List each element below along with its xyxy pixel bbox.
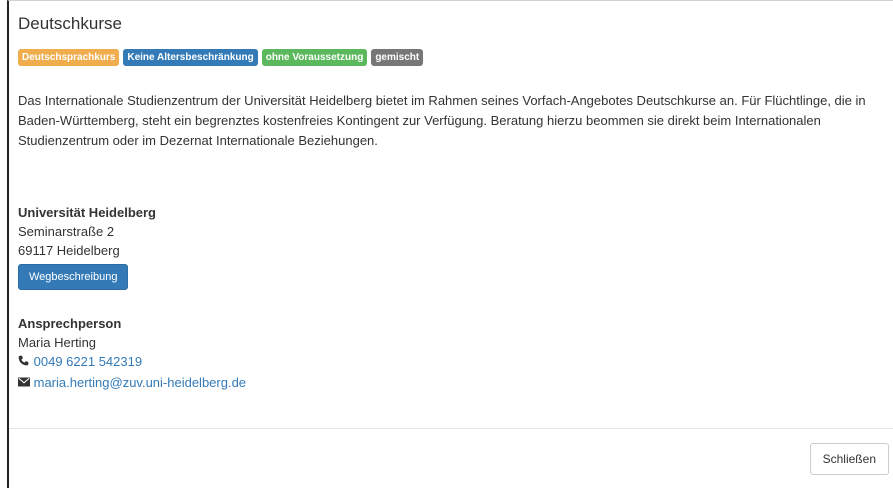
footer-divider [9,428,893,429]
contact-phone-row: 0049 6221 542319 [18,352,246,373]
contact-name: Maria Herting [18,335,97,350]
phone-icon [18,354,30,373]
directions-button[interactable]: Wegbeschreibung [18,264,129,290]
badge-age: Keine Altersbeschränkung [123,49,258,66]
contact-phone-link[interactable]: 0049 6221 542319 [34,354,142,369]
street-address: Seminarstraße 2 [18,224,115,239]
contact-block: Ansprechperson Maria Herting 0049 6221 5… [18,314,246,394]
course-description: Das Internationale Studienzentrum der Un… [18,93,866,148]
address-block: Universität Heidelberg Seminarstraße 2 6… [18,203,156,290]
badge-list: Deutschsprachkurs Keine Altersbeschränku… [18,49,424,66]
badge-group: gemischt [371,49,424,66]
envelope-icon [18,375,30,394]
badge-course-type: Deutschsprachkurs [18,49,120,66]
institution-name: Universität Heidelberg [18,205,156,220]
contact-email-link[interactable]: maria.herting@zuv.uni-heidelberg.de [34,375,246,390]
badge-requirement: ohne Voraussetzung [261,49,368,66]
contact-heading: Ansprechperson [18,316,122,331]
modal-dialog: Deutschkurse Deutschsprachkurs Keine Alt… [7,0,893,488]
city-address: 69117 Heidelberg [18,243,120,258]
close-button[interactable]: Schließen [809,443,889,475]
modal-title: Deutschkurse [18,14,122,33]
contact-email-row: maria.herting@zuv.uni-heidelberg.de [18,373,246,394]
